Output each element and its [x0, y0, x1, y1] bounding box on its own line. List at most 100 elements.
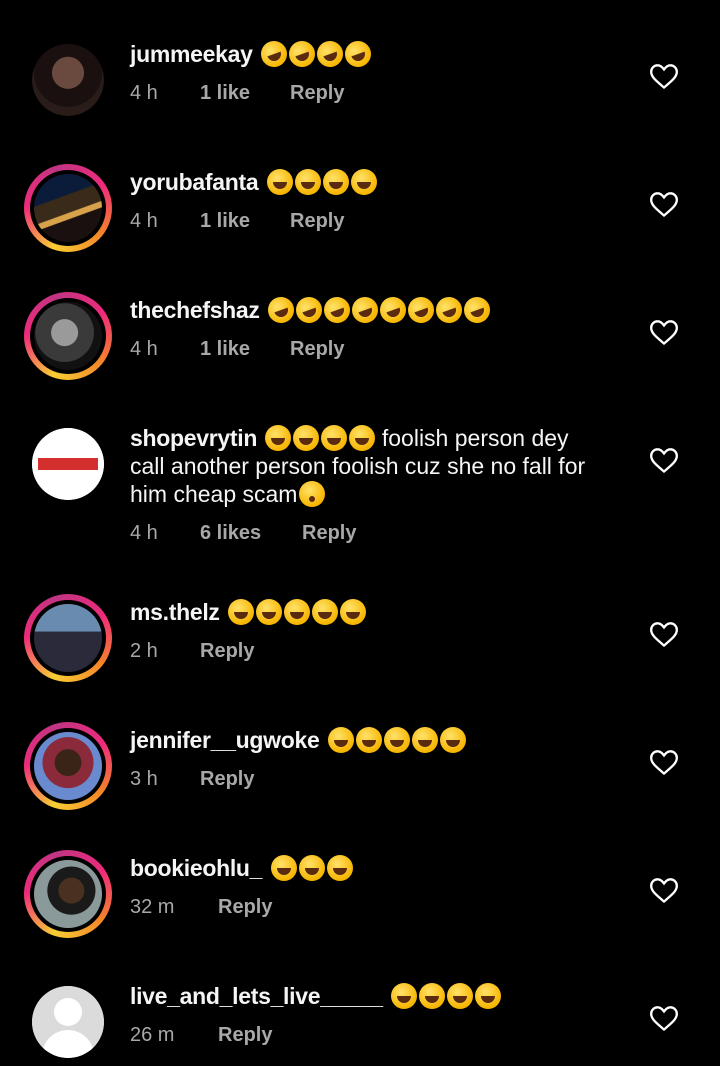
emoji-group [263, 425, 376, 451]
emoji-group [257, 37, 375, 71]
reply-button[interactable]: Reply [200, 640, 254, 663]
joy-emoji-icon [298, 855, 325, 881]
rofl-emoji-icon [257, 37, 291, 71]
comment-header: live_and_lets_live_____ [130, 982, 630, 1010]
avatar[interactable] [24, 978, 112, 1066]
joy-emoji-icon [327, 727, 354, 753]
comment-meta: 32 m Reply [130, 896, 272, 919]
rofl-emoji-icon [264, 293, 298, 327]
reply-button[interactable]: Reply [218, 896, 272, 919]
timestamp: 2 h [130, 640, 158, 662]
joy-emoji-icon [265, 425, 292, 451]
emoji-group [265, 169, 377, 195]
joy-emoji-icon [411, 727, 438, 753]
reply-button[interactable]: Reply [290, 210, 344, 233]
timestamp: 4 h [130, 82, 158, 104]
emoji-group [269, 855, 353, 881]
rofl-emoji-icon [460, 293, 494, 327]
emoji-group [326, 727, 466, 753]
comment-meta: 4 h 6 likes Reply [130, 522, 356, 545]
comment-header: thechefshaz [130, 293, 630, 327]
likes-count[interactable]: 1 like [200, 210, 290, 233]
avatar[interactable] [24, 292, 112, 380]
avatar[interactable] [24, 722, 112, 810]
comment-meta: 4 h 1 like Reply [130, 210, 344, 233]
comment-text: call another person foolish cuz she no f… [130, 453, 586, 479]
rofl-emoji-icon [292, 293, 326, 327]
comment-meta: 3 h Reply [130, 768, 254, 791]
joy-emoji-icon [270, 855, 297, 881]
timestamp: 4 h [130, 210, 158, 232]
avatar[interactable] [24, 594, 112, 682]
rofl-emoji-icon [320, 293, 354, 327]
likes-count[interactable]: 1 like [200, 338, 290, 361]
comment-header: bookieohlu_ [130, 854, 630, 882]
joy-emoji-icon [447, 983, 474, 1009]
rofl-emoji-icon [313, 37, 347, 71]
username[interactable]: thechefshaz [130, 297, 260, 323]
comment-header: yorubafanta [130, 168, 630, 196]
joy-emoji-icon [294, 169, 321, 195]
joy-emoji-icon [293, 425, 320, 451]
joy-emoji-icon [228, 599, 255, 625]
timestamp: 4 h [130, 522, 158, 544]
timestamp: 32 m [130, 896, 175, 918]
reply-button[interactable]: Reply [290, 82, 344, 105]
likes-count[interactable]: 6 likes [200, 522, 302, 545]
timestamp: 4 h [130, 338, 158, 360]
avatar[interactable] [24, 164, 112, 252]
reply-button[interactable]: Reply [200, 768, 254, 791]
rofl-emoji-icon [341, 37, 375, 71]
comment-meta: 26 m Reply [130, 1024, 272, 1047]
joy-emoji-icon [266, 169, 293, 195]
username[interactable]: live_and_lets_live_____ [130, 983, 383, 1009]
comment-header: jennifer__ugwoke [130, 726, 630, 754]
username[interactable]: shopevrytin [130, 425, 257, 451]
username[interactable]: bookieohlu_ [130, 855, 262, 881]
heart-outline-icon[interactable] [650, 448, 678, 474]
username[interactable]: yorubafanta [130, 169, 259, 195]
reply-button[interactable]: Reply [290, 338, 344, 361]
reply-button[interactable]: Reply [302, 522, 356, 545]
heart-outline-icon[interactable] [650, 622, 678, 648]
reply-button[interactable]: Reply [218, 1024, 272, 1047]
heart-outline-icon[interactable] [650, 750, 678, 776]
comment-meta: 2 h Reply [130, 640, 254, 663]
joy-emoji-icon [312, 599, 339, 625]
joy-emoji-icon [419, 983, 446, 1009]
avatar[interactable] [24, 850, 112, 938]
comment-text: him cheap scam [130, 481, 298, 507]
joy-emoji-icon [340, 599, 367, 625]
joy-emoji-icon [326, 855, 353, 881]
joy-emoji-icon [284, 599, 311, 625]
heart-outline-icon[interactable] [650, 192, 678, 218]
username[interactable]: jummeekay [130, 41, 253, 67]
comment-meta: 4 h 1 like Reply [130, 82, 344, 105]
username[interactable]: ms.thelz [130, 599, 220, 625]
comment-header: ms.thelz [130, 598, 630, 626]
heart-outline-icon[interactable] [650, 64, 678, 90]
username[interactable]: jennifer__ugwoke [130, 727, 320, 753]
joy-emoji-icon [391, 983, 418, 1009]
avatar[interactable] [24, 420, 112, 508]
joy-emoji-icon [321, 425, 348, 451]
timestamp: 26 m [130, 1024, 175, 1046]
comment-header: jummeekay [130, 37, 630, 71]
default-avatar-head [54, 998, 82, 1026]
heart-outline-icon[interactable] [650, 320, 678, 346]
default-avatar-body [42, 1030, 94, 1058]
comment-text: foolish person dey [381, 425, 569, 451]
hushed-emoji-icon [299, 481, 326, 507]
joy-emoji-icon [349, 425, 376, 451]
avatar[interactable] [24, 36, 112, 124]
joy-emoji-icon [256, 599, 283, 625]
heart-outline-icon[interactable] [650, 1006, 678, 1032]
rofl-emoji-icon [285, 37, 319, 71]
joy-emoji-icon [383, 727, 410, 753]
heart-outline-icon[interactable] [650, 878, 678, 904]
rofl-emoji-icon [376, 293, 410, 327]
emoji-group [389, 983, 502, 1009]
joy-emoji-icon [322, 169, 349, 195]
likes-count[interactable]: 1 like [200, 82, 290, 105]
joy-emoji-icon [439, 727, 466, 753]
